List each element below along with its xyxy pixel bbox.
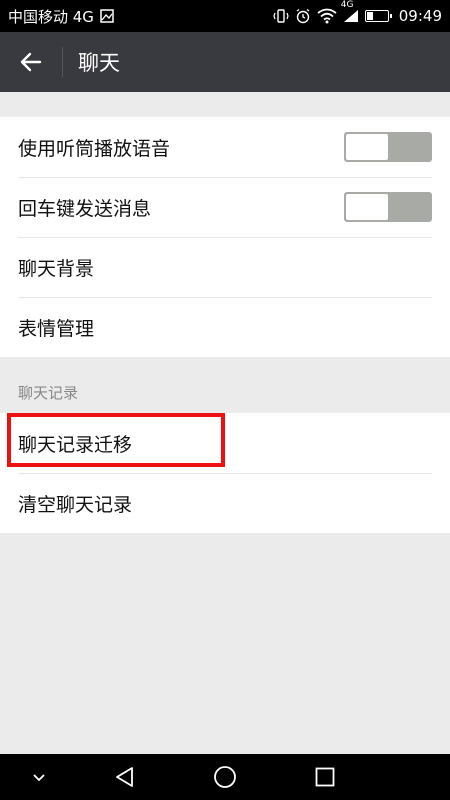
chat-history-migrate-row[interactable]: 聊天记录迁移	[0, 413, 450, 473]
sticker-management-label: 表情管理	[18, 317, 95, 340]
navigation-bar	[0, 754, 450, 800]
enter-send-toggle[interactable]	[344, 192, 432, 222]
chat-background-row[interactable]: 聊天背景	[0, 237, 450, 297]
settings-list: 使用听筒播放语音 回车键发送消息 聊天背景 表情管理	[0, 117, 450, 357]
chat-history-section-title: 聊天记录	[18, 384, 79, 402]
vibrate-icon	[273, 8, 289, 24]
battery-icon	[364, 10, 392, 22]
app-header: 聊天	[0, 32, 450, 92]
sticker-management-row[interactable]: 表情管理	[0, 297, 450, 357]
earpiece-voice-row[interactable]: 使用听筒播放语音	[0, 117, 450, 177]
chat-history-list: 聊天记录迁移 清空聊天记录	[0, 413, 450, 533]
earpiece-voice-toggle[interactable]	[344, 132, 432, 162]
page-title: 聊天	[78, 51, 120, 75]
home-circle-icon[interactable]	[208, 754, 242, 800]
network-type-label: 4G	[340, 0, 354, 10]
alarm-icon	[295, 8, 311, 24]
header-divider	[62, 47, 63, 77]
cellular-signal-icon: 4G	[341, 0, 359, 23]
wifi-icon	[317, 8, 337, 24]
hide-nav-chevron-icon[interactable]	[22, 754, 56, 800]
clear-chat-history-label: 清空聊天记录	[18, 493, 133, 516]
clear-chat-history-row[interactable]: 清空聊天记录	[0, 473, 450, 533]
back-triangle-icon[interactable]	[108, 754, 142, 800]
enter-send-row[interactable]: 回车键发送消息	[0, 177, 450, 237]
back-arrow-icon[interactable]	[0, 32, 62, 92]
status-bar: 中国移动 4G 4G 09:49	[0, 0, 450, 32]
carrier-text: 中国移动 4G	[8, 7, 94, 26]
earpiece-voice-label: 使用听筒播放语音	[18, 137, 171, 160]
recents-square-icon[interactable]	[308, 754, 342, 800]
chat-history-migrate-label: 聊天记录迁移	[18, 433, 133, 456]
chat-background-label: 聊天背景	[18, 257, 95, 280]
enter-send-label: 回车键发送消息	[18, 197, 152, 220]
image-notification-icon	[100, 9, 114, 23]
clock-time: 09:49	[398, 7, 442, 25]
